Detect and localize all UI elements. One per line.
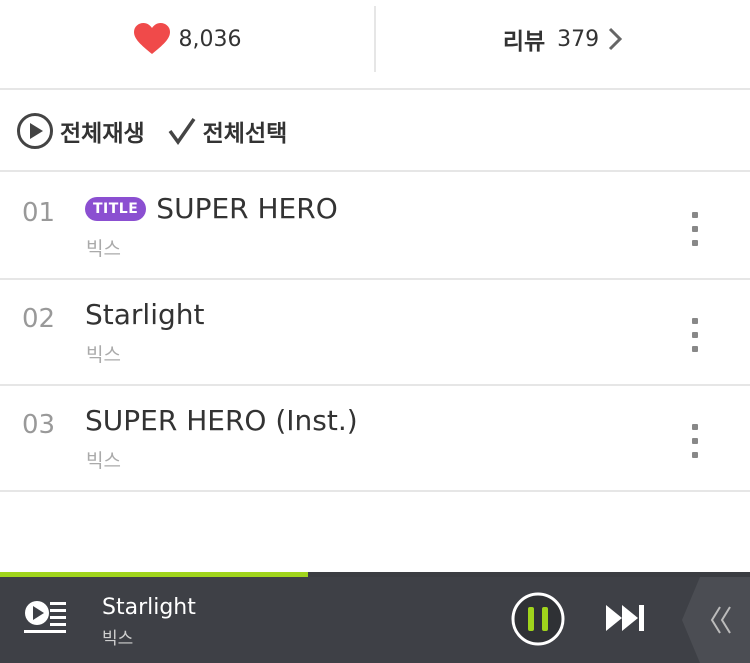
next-track-button[interactable] <box>604 603 648 637</box>
review-label: 리뷰 <box>502 29 546 55</box>
track-artist: 빅스 <box>86 238 121 260</box>
review-link[interactable]: 리뷰 379 <box>376 0 750 78</box>
track-title: Starlight <box>85 298 205 331</box>
mini-player: Starlight 빅스 <box>0 577 750 663</box>
play-all-button[interactable]: 전체재생 <box>16 112 145 150</box>
more-options-icon[interactable] <box>688 424 702 458</box>
track-title: SUPER HERO (Inst.) <box>85 404 358 437</box>
select-all-button[interactable]: 전체선택 <box>167 114 288 148</box>
review-count: 379 <box>557 26 600 52</box>
track-row[interactable]: 01 TITLE SUPER HERO 빅스 <box>0 174 750 280</box>
now-playing-title: Starlight <box>102 595 196 620</box>
skip-next-icon <box>606 605 644 631</box>
playlist-button[interactable] <box>22 597 68 641</box>
track-title: SUPER HERO <box>156 192 338 225</box>
album-stats-bar: 8,036 리뷰 379 <box>0 0 750 90</box>
pause-icon <box>511 592 565 646</box>
like-button[interactable]: 8,036 <box>0 6 376 72</box>
chevron-right-icon <box>609 27 623 51</box>
play-circle-icon <box>17 113 53 149</box>
track-artist: 빅스 <box>86 450 121 472</box>
pause-button[interactable] <box>510 591 566 651</box>
double-chevron-left-icon <box>682 577 750 663</box>
track-number: 02 <box>22 304 56 334</box>
collapse-player-button[interactable] <box>680 577 750 663</box>
track-row[interactable]: 02 Starlight 빅스 <box>0 280 750 386</box>
checkmark-icon <box>168 118 196 146</box>
track-number: 01 <box>22 198 56 228</box>
list-controls: 전체재생 전체선택 <box>0 92 750 172</box>
likes-count: 8,036 <box>178 26 242 52</box>
track-row[interactable]: 03 SUPER HERO (Inst.) 빅스 <box>0 386 750 492</box>
track-number: 03 <box>22 410 56 440</box>
more-options-icon[interactable] <box>688 318 702 352</box>
track-artist: 빅스 <box>86 344 121 366</box>
more-options-icon[interactable] <box>688 212 702 246</box>
heart-icon <box>133 23 170 54</box>
now-playing-artist: 빅스 <box>102 629 134 649</box>
playlist-icon <box>24 601 66 633</box>
play-all-label: 전체재생 <box>60 121 145 147</box>
select-all-label: 전체선택 <box>202 121 288 147</box>
title-track-badge: TITLE <box>85 196 147 221</box>
